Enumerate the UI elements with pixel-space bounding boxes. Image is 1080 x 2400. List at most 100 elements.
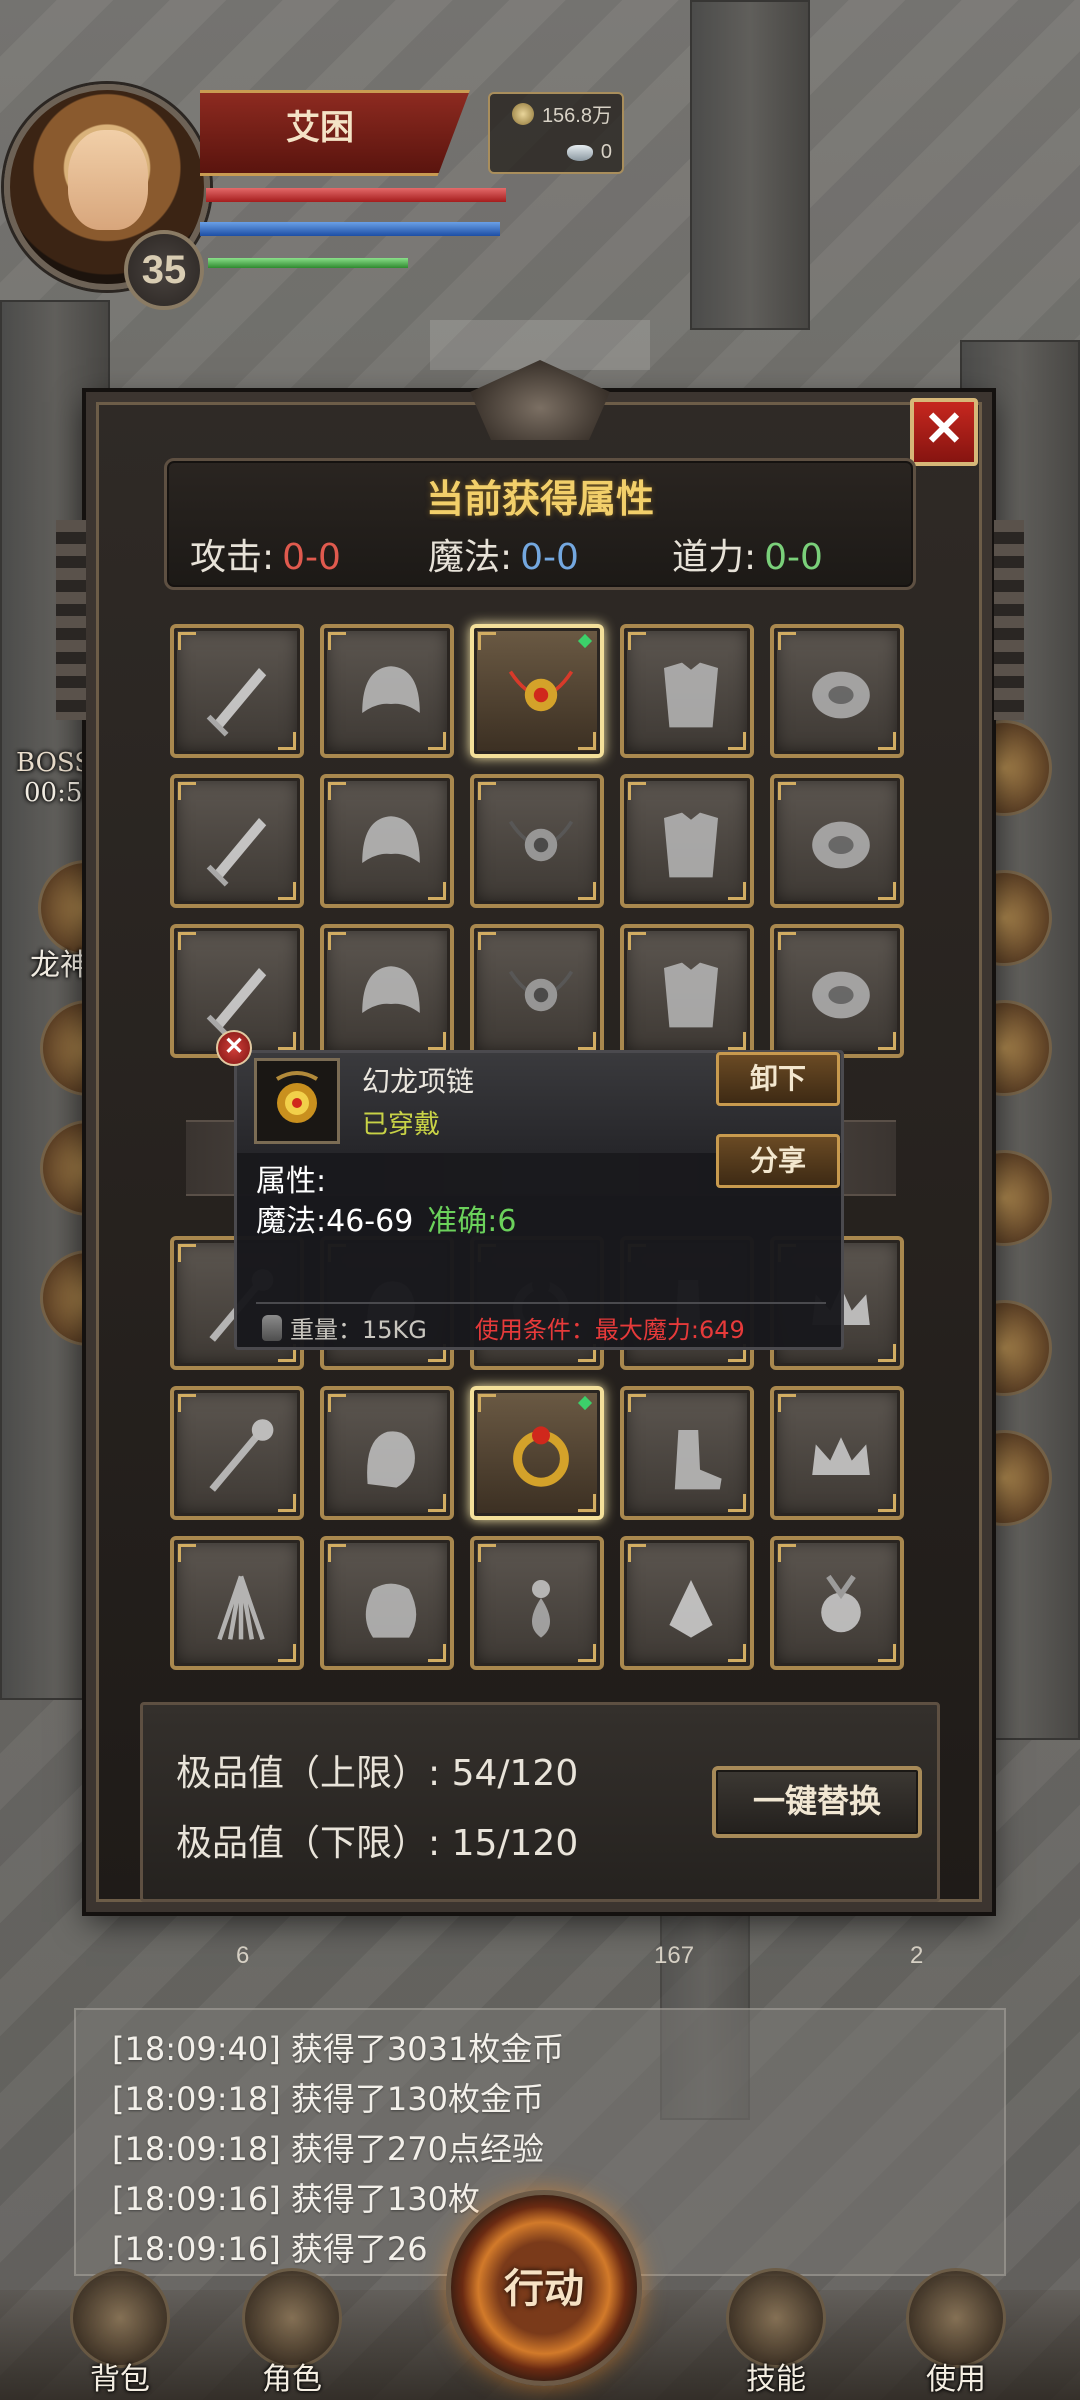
helmet-icon [362,966,420,1013]
equipment-slot[interactable] [620,624,754,758]
tooltip-item-thumbnail [254,1058,340,1144]
ring-icon [513,1426,569,1487]
slot-corner-ornament [628,1544,646,1562]
unequip-button[interactable]: 卸下 [716,1052,840,1106]
equipment-slot[interactable] [470,1386,604,1520]
slot-corner-ornament [178,1244,196,1262]
nav-character-label: 角色 [262,2362,322,2397]
equipment-slot[interactable] [620,1536,754,1670]
slot-corner-ornament [628,932,646,950]
stat-attack-label: 攻击: [190,537,275,578]
use-icon [906,2268,1006,2368]
action-button-label: 行动 [504,2265,584,2312]
stat-taoism-value: 0-0 [764,537,823,578]
equipment-slot[interactable] [320,1536,454,1670]
slot-corner-ornament [328,1544,346,1562]
stat-taoism: 道力: 0-0 [672,528,823,580]
slot-corner-ornament [178,1394,196,1412]
equipment-slot[interactable] [320,924,454,1058]
equipment-slot[interactable] [770,1536,904,1670]
currency-panel: 156.8万 0 [488,92,624,174]
chain-ornament-left [56,520,86,720]
stat-magic-value: 0-0 [520,537,579,578]
modal-close-button[interactable]: ✕ [910,398,978,466]
log-line: [18:09:16] 获得了130枚 [112,2180,480,2218]
nav-use[interactable]: 使用 [886,2268,1026,2398]
armor-icon [664,962,718,1028]
side-label-dragon: 龙神 [30,948,90,983]
equipment-slot[interactable] [320,1386,454,1520]
talisman-icon [669,1580,713,1638]
sword-icon [206,818,267,887]
sword-icon [206,968,267,1037]
equipment-slot[interactable] [770,1386,904,1520]
armor-icon [664,662,718,728]
gold-amount: 156.8万 [541,105,612,127]
attribute-title: 当前获得属性 [425,477,654,521]
log-line: [18:09:18] 获得了130枚金币 [112,2080,544,2118]
necklace-icon [508,670,574,712]
equipment-slot[interactable] [470,624,604,758]
slot-corner-ornament [778,932,796,950]
equipment-slot[interactable] [320,774,454,908]
slot-corner-ornament [328,932,346,950]
slot-corner-ornament [778,782,796,800]
equipment-slot[interactable] [320,624,454,758]
tooltip-equip-state: 已穿戴 [362,1110,441,1140]
equipment-slot[interactable] [620,774,754,908]
tooltip-attr-header: 属性: [256,1164,327,1199]
equipment-slot[interactable] [170,774,304,908]
equipment-slot[interactable] [170,624,304,758]
nav-skill[interactable]: 技能 [706,2268,846,2398]
equipment-slot[interactable] [170,1386,304,1520]
slot-corner-ornament [478,782,496,800]
character-icon [242,2268,342,2368]
nav-character[interactable]: 角色 [222,2268,362,2398]
equipment-slot[interactable] [770,624,904,758]
equipment-slot[interactable] [770,924,904,1058]
slot-corner-ornament [328,632,346,650]
nav-use-label: 使用 [926,2362,986,2397]
tooltip-footer: 重量：15KG 使用条件：最大魔力:649 [262,1310,745,1345]
pouch-icon [365,1583,417,1638]
slot-corner-ornament [478,1544,496,1562]
hp-bar [206,188,506,202]
slot-corner-ornament [178,1544,196,1562]
one-click-replace-button[interactable]: 一键替换 [712,1766,922,1838]
weight-icon [262,1314,282,1341]
avatar-portrait [68,130,148,230]
necklace-icon [508,970,574,1012]
bag-slot-count: 2 [910,1942,924,1969]
stat-attack-value: 0-0 [282,537,341,578]
slot-corner-ornament [628,632,646,650]
stat-taoism-label: 道力: [672,537,757,578]
share-button[interactable]: 分享 [716,1134,840,1188]
equipment-slot[interactable] [620,1386,754,1520]
slot-corner-ornament [628,782,646,800]
player-level-badge: 35 [124,230,204,310]
log-line: [18:09:16] 获得了26 [112,2230,428,2268]
log-line: [18:09:40] 获得了3031枚金币 [112,2030,565,2068]
tooltip-attr-line: 魔法:46-69 准确:6 [256,1196,516,1240]
nav-bag[interactable]: 背包 [50,2268,190,2398]
equipment-slot[interactable] [470,774,604,908]
slot-corner-ornament [778,632,796,650]
slot-corner-ornament [778,1544,796,1562]
gloves-icon [367,1431,415,1488]
equipped-gem-icon [577,1395,593,1411]
equipment-slot[interactable] [470,924,604,1058]
slot-corner-ornament [778,1394,796,1412]
skill-icon [726,2268,826,2368]
silver-ingot-icon [566,144,593,161]
equipment-slot[interactable] [770,774,904,908]
slot-corner-ornament [478,1394,496,1412]
equipment-slot[interactable] [170,1536,304,1670]
tooltip-close-button[interactable]: ✕ [216,1030,252,1066]
slot-corner-ornament [478,632,496,650]
chain-ornament-right [994,520,1024,720]
nav-bag-label: 背包 [90,2362,150,2397]
equipment-slot[interactable] [470,1536,604,1670]
nav-skill-label: 技能 [746,2362,806,2397]
equipment-slot[interactable] [620,924,754,1058]
bracer-icon [812,971,870,1019]
